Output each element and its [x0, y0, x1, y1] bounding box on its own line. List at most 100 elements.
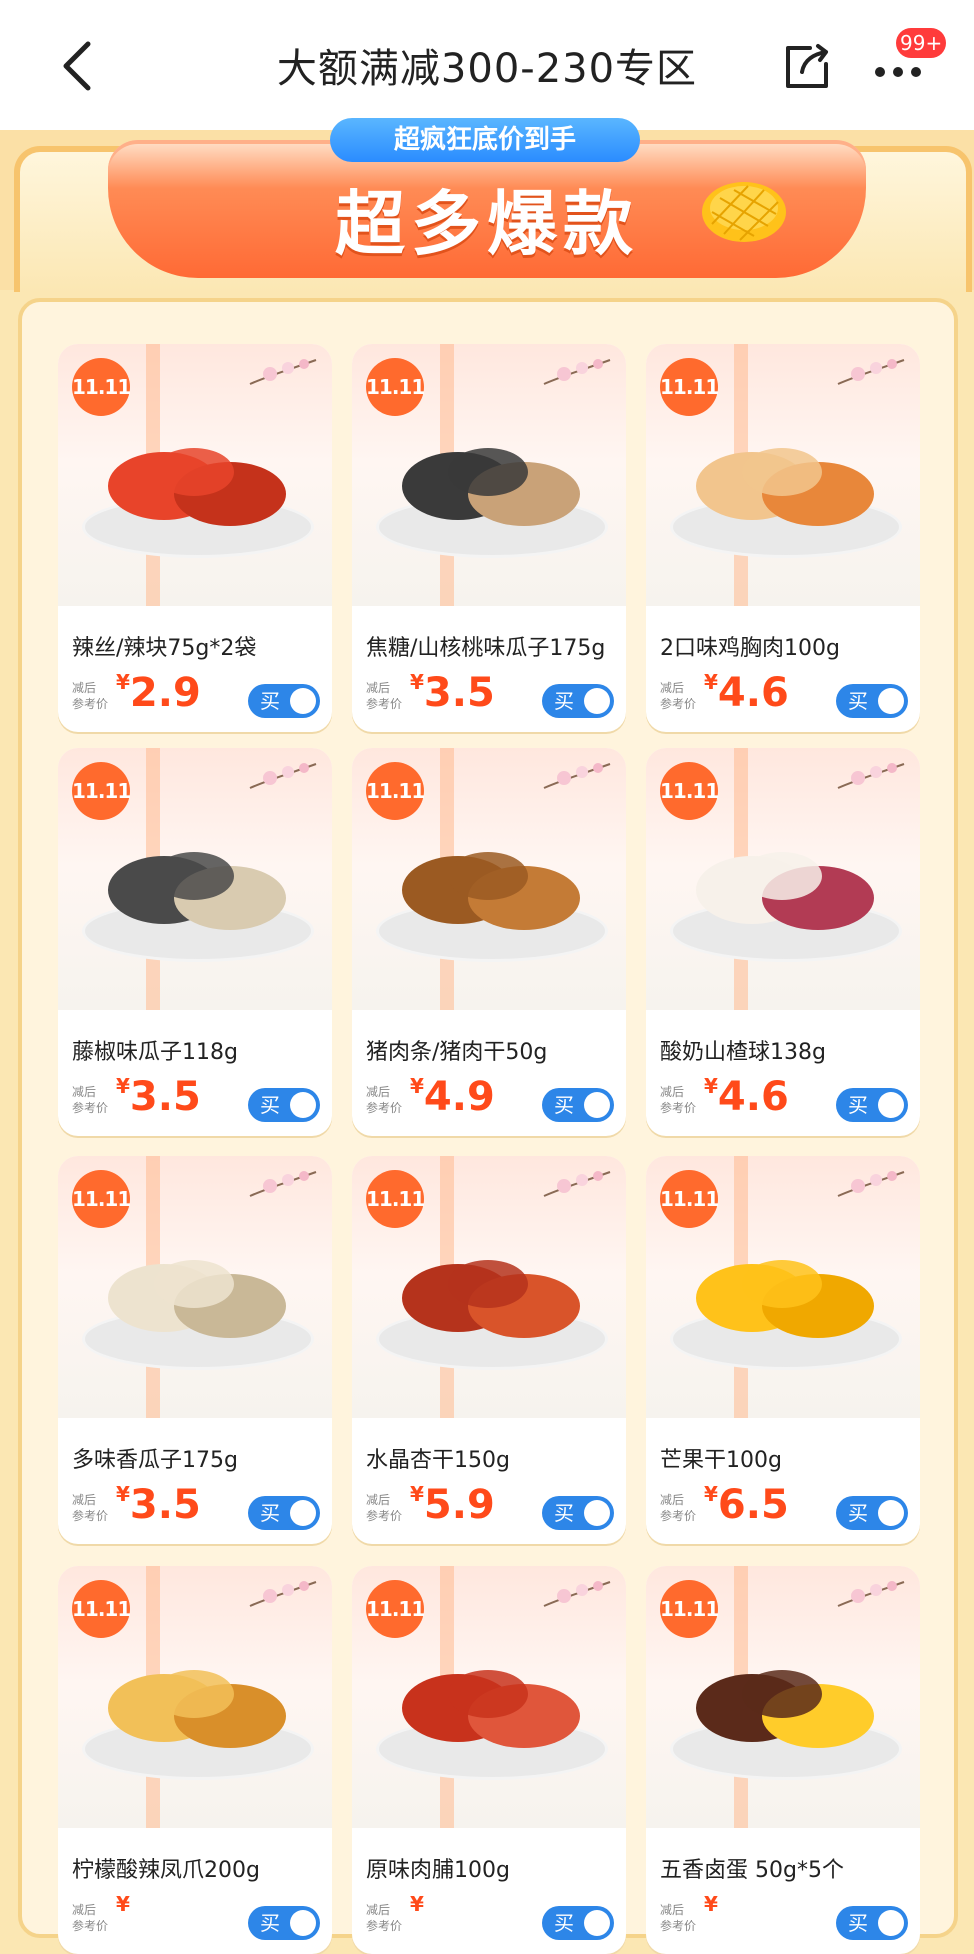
product-card[interactable]: 11.11 2口味鸡胸肉100g 减后 参考价 ¥4.6 买: [646, 344, 920, 732]
blossom-icon: [837, 1581, 905, 1607]
product-image[interactable]: 11.11: [352, 748, 626, 1010]
food-illustration: [402, 1670, 580, 1748]
price-value: 4.6: [717, 1074, 789, 1120]
product-price: ¥3.5: [116, 1482, 201, 1528]
currency-symbol: ¥: [116, 670, 130, 694]
reference-price-label: 减后 参考价: [660, 1493, 697, 1523]
product-name[interactable]: 多味香瓜子175g: [72, 1442, 322, 1474]
toggle-knob-icon: [878, 688, 904, 714]
toggle-knob-icon: [290, 1500, 316, 1526]
product-card[interactable]: 11.11 芒果干100g 减后 参考价 ¥6.5 买: [646, 1156, 920, 1544]
buy-button[interactable]: 买: [836, 684, 908, 718]
top-navigation-bar: 大额满减300-230专区 99+: [0, 0, 974, 131]
reference-price-label: 减后 参考价: [72, 681, 109, 711]
product-card[interactable]: 11.11 水晶杏干150g 减后 参考价 ¥5.9 买: [352, 1156, 626, 1544]
buy-button-label: 买: [848, 1911, 868, 1935]
food-illustration: [696, 448, 874, 526]
back-arrow-icon[interactable]: [52, 38, 102, 94]
product-card[interactable]: 11.11 藤椒味瓜子118g 减后 参考价 ¥3.5 买: [58, 748, 332, 1136]
reference-price-label: 减后 参考价: [660, 1085, 697, 1115]
product-image[interactable]: 11.11: [646, 1566, 920, 1828]
product-name[interactable]: 柠檬酸辣凤爪200g: [72, 1852, 322, 1884]
product-name[interactable]: 原味肉脯100g: [366, 1852, 616, 1884]
toggle-knob-icon: [584, 688, 610, 714]
product-name[interactable]: 水晶杏干150g: [366, 1442, 616, 1474]
food-illustration: [108, 448, 286, 526]
product-name[interactable]: 2口味鸡胸肉100g: [660, 630, 910, 662]
reference-price-label: 减后 参考价: [660, 681, 697, 711]
toggle-knob-icon: [584, 1500, 610, 1526]
toggle-knob-icon: [878, 1500, 904, 1526]
currency-symbol: ¥: [116, 1074, 130, 1098]
product-name[interactable]: 酸奶山楂球138g: [660, 1034, 910, 1066]
reference-price-label: 减后 参考价: [72, 1085, 109, 1115]
product-card[interactable]: 11.11 焦糖/山核桃味瓜子175g 减后 参考价 ¥3.5 买: [352, 344, 626, 732]
buy-button-label: 买: [554, 1093, 574, 1117]
buy-button[interactable]: 买: [836, 1906, 908, 1940]
reference-price-label: 减后 参考价: [72, 1903, 109, 1933]
buy-button[interactable]: 买: [542, 684, 614, 718]
buy-button[interactable]: 买: [542, 1088, 614, 1122]
product-image[interactable]: 11.11: [58, 1566, 332, 1828]
buy-button-label: 买: [260, 1093, 280, 1117]
product-image[interactable]: 11.11: [352, 344, 626, 606]
product-name[interactable]: 藤椒味瓜子118g: [72, 1034, 322, 1066]
product-card[interactable]: 11.11 五香卤蛋 50g*5个 减后 参考价 ¥ 买: [646, 1566, 920, 1954]
banner-subtitle: 超疯狂底价到手: [330, 118, 640, 162]
price-value: 3.5: [129, 1482, 201, 1528]
buy-button[interactable]: 买: [836, 1496, 908, 1530]
product-card[interactable]: 11.11 酸奶山楂球138g 减后 参考价 ¥4.6 买: [646, 748, 920, 1136]
product-image[interactable]: 11.11: [646, 1156, 920, 1418]
product-image[interactable]: 11.11: [58, 748, 332, 1010]
food-illustration: [108, 852, 286, 930]
notification-badge: 99+: [896, 28, 947, 58]
reference-price-label: 减后 参考价: [366, 681, 403, 711]
buy-button[interactable]: 买: [248, 684, 320, 718]
toggle-knob-icon: [290, 1092, 316, 1118]
product-image[interactable]: 11.11: [646, 344, 920, 606]
double-eleven-tag: 11.11: [72, 358, 131, 416]
product-image[interactable]: 11.11: [646, 748, 920, 1010]
buy-button-label: 买: [554, 1501, 574, 1525]
product-card[interactable]: 11.11 辣丝/辣块75g*2袋 减后 参考价 ¥2.9 买: [58, 344, 332, 732]
product-name[interactable]: 五香卤蛋 50g*5个: [660, 1852, 910, 1884]
toggle-knob-icon: [584, 1910, 610, 1936]
blossom-icon: [543, 1171, 611, 1197]
product-card[interactable]: 11.11 柠檬酸辣凤爪200g 减后 参考价 ¥ 买: [58, 1566, 332, 1954]
buy-button-label: 买: [554, 1911, 574, 1935]
buy-button-label: 买: [848, 689, 868, 713]
product-price: ¥3.5: [116, 1074, 201, 1120]
product-price: ¥3.5: [410, 670, 495, 716]
product-card[interactable]: 11.11 多味香瓜子175g 减后 参考价 ¥3.5 买: [58, 1156, 332, 1544]
food-illustration: [108, 1260, 286, 1338]
buy-button[interactable]: 买: [836, 1088, 908, 1122]
buy-button[interactable]: 买: [248, 1496, 320, 1530]
food-illustration: [696, 1260, 874, 1338]
toggle-knob-icon: [584, 1092, 610, 1118]
product-image[interactable]: 11.11: [352, 1156, 626, 1418]
product-name[interactable]: 辣丝/辣块75g*2袋: [72, 630, 322, 662]
reference-price-label: 减后 参考价: [366, 1085, 403, 1115]
buy-button[interactable]: 买: [542, 1906, 614, 1940]
share-icon[interactable]: [780, 40, 834, 94]
product-card[interactable]: 11.11 原味肉脯100g 减后 参考价 ¥ 买: [352, 1566, 626, 1954]
product-card[interactable]: 11.11 猪肉条/猪肉干50g 减后 参考价 ¥4.9 买: [352, 748, 626, 1136]
product-image[interactable]: 11.11: [58, 1156, 332, 1418]
currency-symbol: ¥: [704, 1074, 718, 1098]
double-eleven-tag: 11.11: [72, 1170, 131, 1228]
product-name[interactable]: 焦糖/山核桃味瓜子175g: [366, 630, 616, 662]
product-image[interactable]: 11.11: [58, 344, 332, 606]
buy-button[interactable]: 买: [542, 1496, 614, 1530]
product-name[interactable]: 芒果干100g: [660, 1442, 910, 1474]
buy-button-label: 买: [260, 689, 280, 713]
buy-button[interactable]: 买: [248, 1088, 320, 1122]
buy-button[interactable]: 买: [248, 1906, 320, 1940]
product-image[interactable]: 11.11: [352, 1566, 626, 1828]
food-illustration: [108, 1670, 286, 1748]
blossom-icon: [249, 1581, 317, 1607]
food-illustration: [402, 1260, 580, 1338]
price-value: 3.5: [423, 670, 495, 716]
product-name[interactable]: 猪肉条/猪肉干50g: [366, 1034, 616, 1066]
price-value: 3.5: [129, 1074, 201, 1120]
toggle-knob-icon: [290, 688, 316, 714]
